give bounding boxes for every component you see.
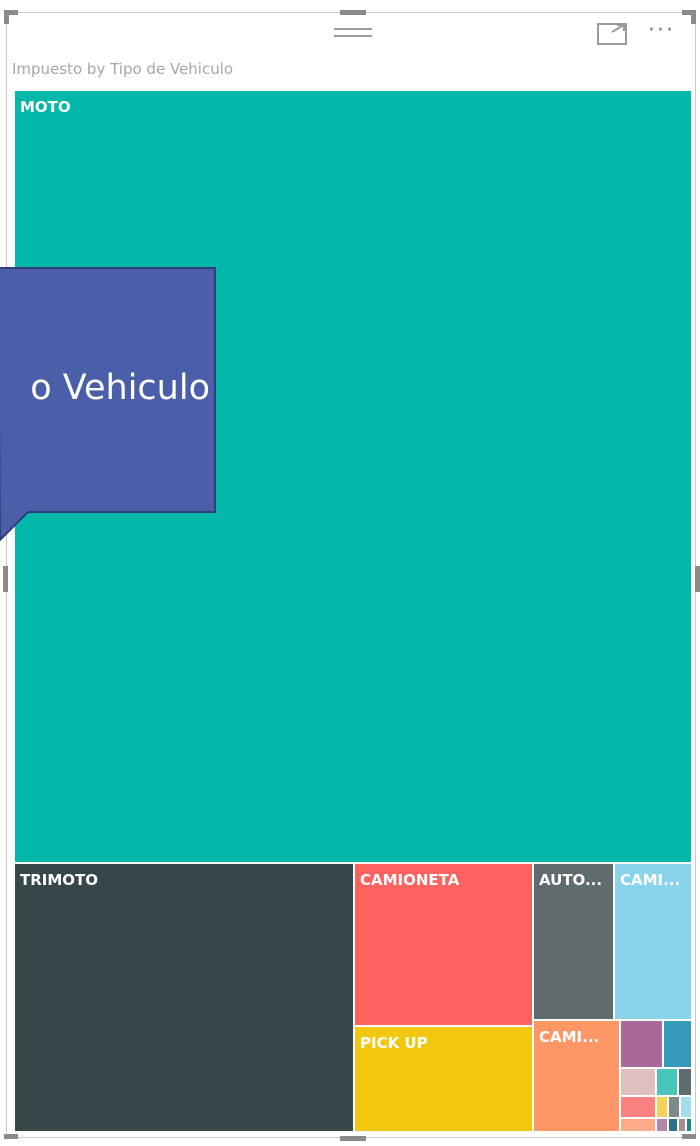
tile-moto-label: MOTO: [20, 98, 71, 116]
tile-small-3[interactable]: [619, 1067, 657, 1097]
tile-trimoto-label: TRIMOTO: [20, 871, 98, 889]
tile-cami-2-label: CAMI...: [539, 1028, 599, 1046]
tile-small-5[interactable]: [677, 1067, 693, 1097]
tile-small-12[interactable]: [667, 1117, 679, 1133]
tile-small-7[interactable]: [655, 1095, 669, 1119]
callout-text: o Vehiculo: [30, 368, 210, 408]
tile-trimoto[interactable]: [13, 862, 355, 1133]
tile-small-1[interactable]: [619, 1019, 664, 1069]
tile-small-10[interactable]: [619, 1117, 657, 1133]
tile-small-13[interactable]: [677, 1117, 687, 1133]
tile-small-8[interactable]: [667, 1095, 681, 1119]
tile-pick-up-label: PICK UP: [360, 1034, 428, 1052]
tile-small-2[interactable]: [662, 1019, 693, 1069]
tile-small-9[interactable]: [679, 1095, 693, 1119]
tile-small-11[interactable]: [655, 1117, 669, 1133]
tile-cami-1-label: CAMI...: [620, 871, 680, 889]
treemap-chart: MOTO TRIMOTO CAMIONETA PICK UP AUTO... CAMI..…: [13, 89, 693, 1133]
tile-small-14[interactable]: [685, 1117, 693, 1133]
tile-auto-label: AUTO...: [539, 871, 602, 889]
tile-camioneta-label: CAMIONETA: [360, 871, 460, 889]
tile-moto[interactable]: [13, 89, 693, 864]
tile-small-4[interactable]: [655, 1067, 679, 1097]
tile-small-6[interactable]: [619, 1095, 657, 1119]
